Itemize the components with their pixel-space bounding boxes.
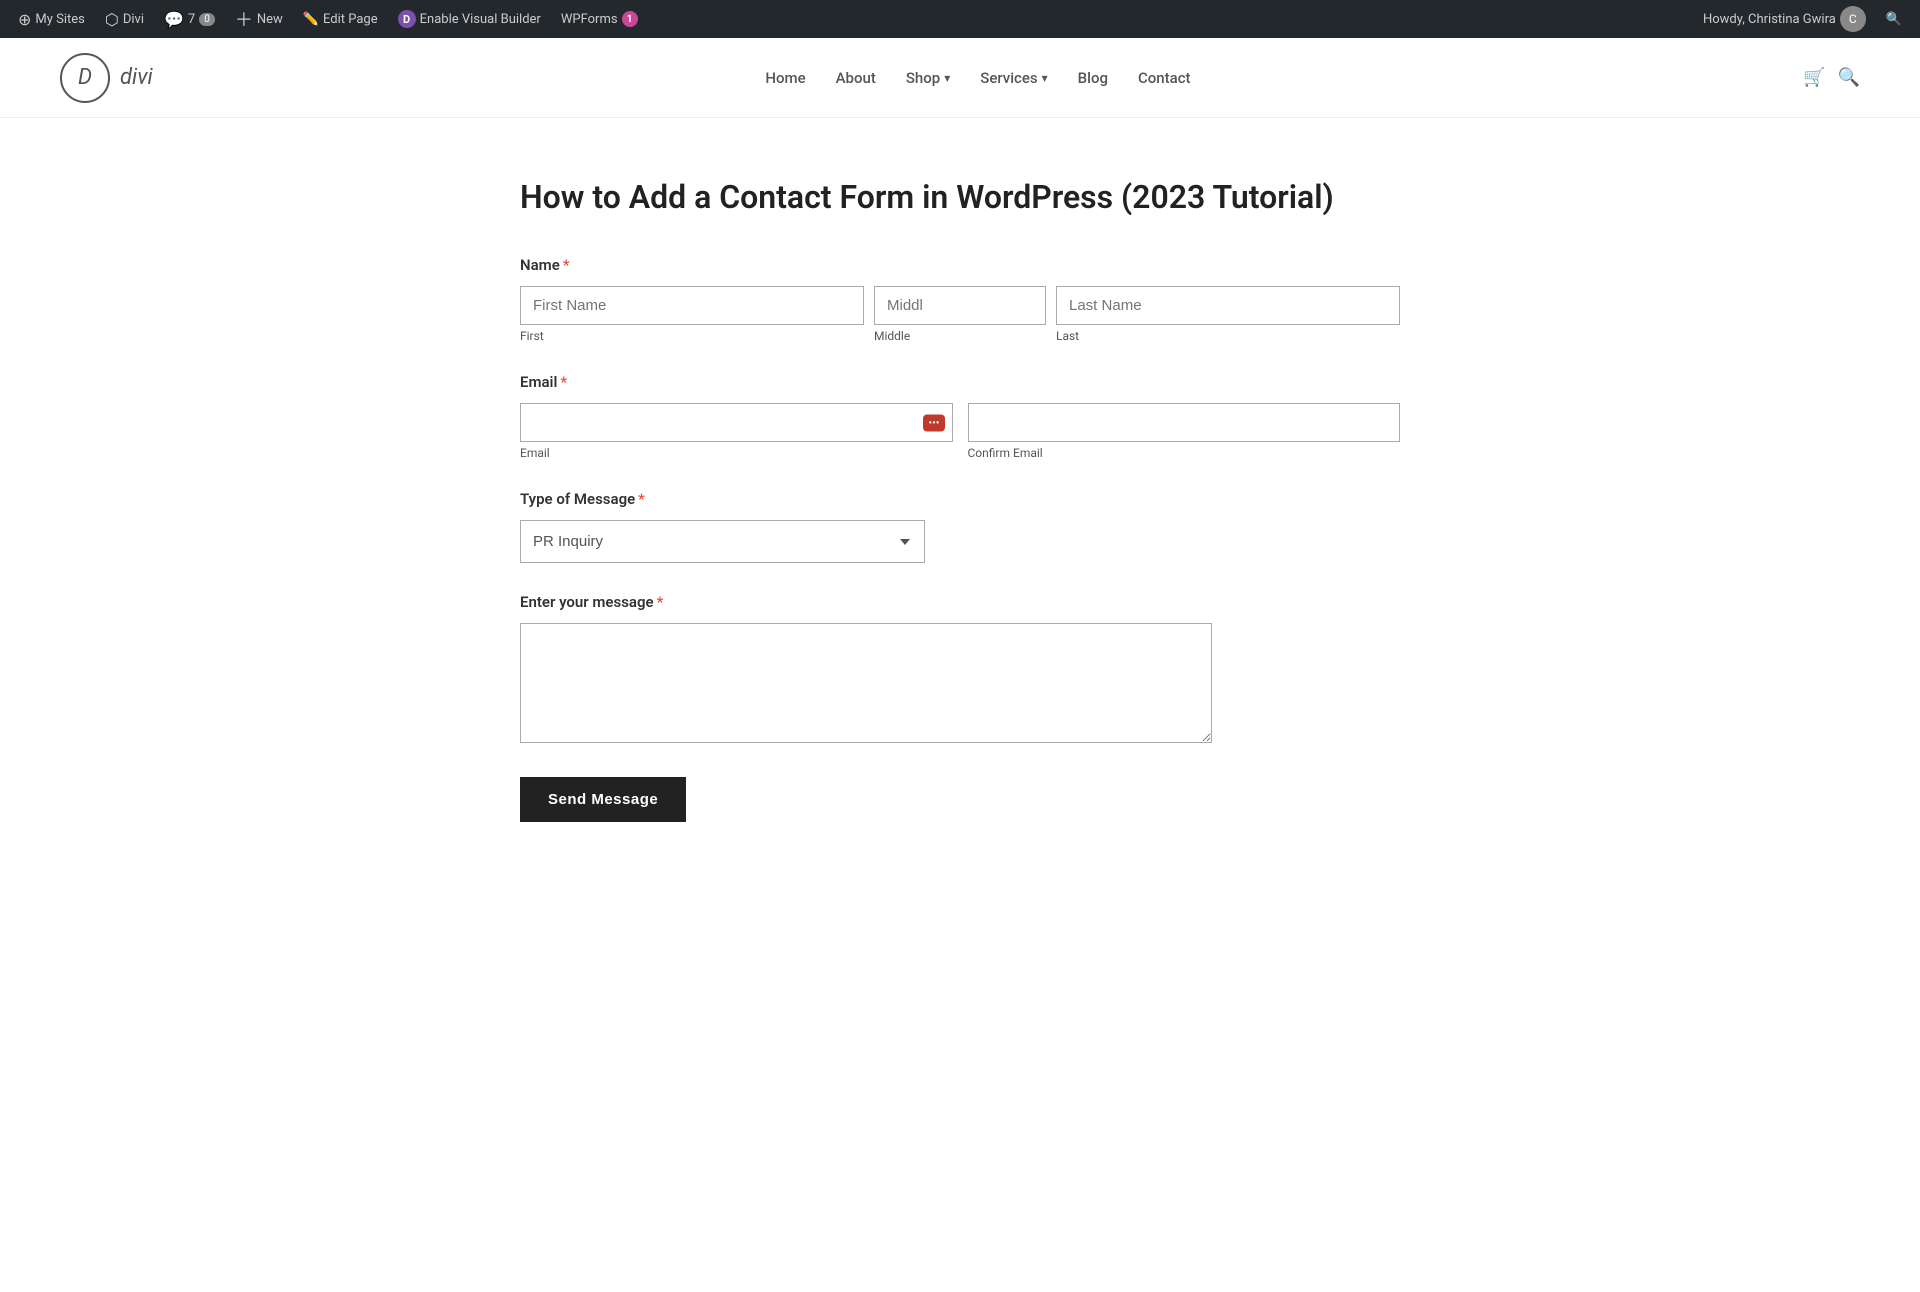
email-label: Email* xyxy=(520,373,1400,391)
logo-letter: D xyxy=(78,65,92,90)
nav-about-link[interactable]: About xyxy=(836,69,876,87)
search-icon: 🔍 xyxy=(1886,12,1902,27)
howdy-item[interactable]: Howdy, Christina Gwira C xyxy=(1695,6,1874,32)
message-textarea[interactable] xyxy=(520,623,1212,743)
plus-icon: ＋ xyxy=(235,6,253,32)
site-menu: Home About Shop Services Blog Contact xyxy=(765,68,1190,87)
nav-blog[interactable]: Blog xyxy=(1078,68,1108,87)
nav-blog-link[interactable]: Blog xyxy=(1078,69,1108,87)
email-group: Email* ••• Email Confirm Email xyxy=(520,373,1400,460)
contact-form: Name* First Middle Last Email* xyxy=(520,256,1400,822)
comments-item[interactable]: 💬 7 0 xyxy=(156,0,223,38)
last-name-input[interactable] xyxy=(1056,286,1400,325)
enable-vb-label: Enable Visual Builder xyxy=(420,12,541,27)
last-name-wrap: Last xyxy=(1056,286,1400,343)
logo-text: divi xyxy=(120,65,153,90)
edit-page-item[interactable]: ✏️ Edit Page xyxy=(295,0,386,38)
name-label: Name* xyxy=(520,256,1400,274)
send-button[interactable]: Send Message xyxy=(520,777,686,822)
name-group: Name* First Middle Last xyxy=(520,256,1400,343)
nav-icons: 🛒 🔍 xyxy=(1803,67,1860,88)
my-sites-item[interactable]: ⊕ My Sites xyxy=(10,0,93,38)
message-required: * xyxy=(657,593,664,611)
site-nav: D divi Home About Shop Services Blog Con… xyxy=(0,38,1920,118)
middle-name-wrap: Middle xyxy=(874,286,1046,343)
divi-label: Divi xyxy=(123,12,144,27)
divi-d-icon: D xyxy=(398,10,416,28)
admin-bar: ⊕ My Sites ⬡ Divi 💬 7 0 ＋ New ✏️ Edit Pa… xyxy=(0,0,1920,38)
message-label: Enter your message* xyxy=(520,593,1400,611)
confirm-email-input[interactable] xyxy=(968,403,1401,442)
email-fields: ••• Email Confirm Email xyxy=(520,403,1400,460)
email-required: * xyxy=(560,373,567,391)
confirm-email-wrap: Confirm Email xyxy=(968,403,1401,460)
nav-services-link[interactable]: Services xyxy=(980,69,1037,87)
first-name-input[interactable] xyxy=(520,286,864,325)
nav-search-icon[interactable]: 🔍 xyxy=(1838,67,1860,88)
new-label: New xyxy=(257,12,283,27)
my-sites-label: My Sites xyxy=(35,12,84,27)
nav-shop[interactable]: Shop xyxy=(906,69,950,87)
first-sublabel: First xyxy=(520,329,864,343)
nav-home[interactable]: Home xyxy=(765,68,805,87)
wordpress-icon: ⊕ xyxy=(18,10,31,29)
message-type-label: Type of Message* xyxy=(520,490,1400,508)
wpforms-badge: 1 xyxy=(622,11,638,27)
divi-item[interactable]: ⬡ Divi xyxy=(97,0,152,38)
nav-services[interactable]: Services xyxy=(980,69,1047,87)
admin-bar-right: Howdy, Christina Gwira C 🔍 xyxy=(1695,6,1910,32)
submit-group: Send Message xyxy=(520,777,1400,822)
logo-circle: D xyxy=(60,53,110,103)
avatar: C xyxy=(1840,6,1866,32)
main-content: How to Add a Contact Form in WordPress (… xyxy=(480,178,1440,822)
email-input-wrap: ••• xyxy=(520,403,953,442)
pencil-icon: ✏️ xyxy=(303,12,319,27)
comments-badge: 0 xyxy=(199,13,215,26)
site-logo: D divi xyxy=(60,53,153,103)
first-name-wrap: First xyxy=(520,286,864,343)
email-input[interactable] xyxy=(520,403,953,442)
search-item[interactable]: 🔍 xyxy=(1878,12,1910,27)
confirm-email-sublabel: Confirm Email xyxy=(968,446,1401,460)
nav-contact-link[interactable]: Contact xyxy=(1138,69,1191,87)
enable-vb-item[interactable]: D Enable Visual Builder xyxy=(390,0,549,38)
howdy-label: Howdy, Christina Gwira xyxy=(1703,12,1836,27)
middle-sublabel: Middle xyxy=(874,329,1046,343)
middle-name-input[interactable] xyxy=(874,286,1046,325)
nav-about[interactable]: About xyxy=(836,68,876,87)
comments-icon: 💬 xyxy=(164,10,184,29)
comments-count-label: 7 xyxy=(188,12,195,27)
message-type-select[interactable]: PR Inquiry General Inquiry Support Other xyxy=(520,520,925,563)
name-required: * xyxy=(563,256,570,274)
email-dots-icon: ••• xyxy=(923,414,944,431)
nav-home-link[interactable]: Home xyxy=(765,69,805,87)
page-title: How to Add a Contact Form in WordPress (… xyxy=(520,178,1400,216)
message-type-group: Type of Message* PR Inquiry General Inqu… xyxy=(520,490,1400,563)
last-sublabel: Last xyxy=(1056,329,1400,343)
message-type-required: * xyxy=(638,490,645,508)
name-fields: First Middle Last xyxy=(520,286,1400,343)
new-item[interactable]: ＋ New xyxy=(227,0,291,38)
divi-icon: ⬡ xyxy=(105,10,119,29)
nav-contact[interactable]: Contact xyxy=(1138,68,1191,87)
message-group: Enter your message* xyxy=(520,593,1400,747)
email-wrap: ••• Email xyxy=(520,403,953,460)
wpforms-label: WPForms xyxy=(561,12,618,27)
cart-icon[interactable]: 🛒 xyxy=(1803,67,1825,88)
edit-page-label: Edit Page xyxy=(323,12,378,27)
wpforms-item[interactable]: WPForms 1 xyxy=(553,0,646,38)
nav-shop-link[interactable]: Shop xyxy=(906,69,940,87)
email-sublabel: Email xyxy=(520,446,953,460)
